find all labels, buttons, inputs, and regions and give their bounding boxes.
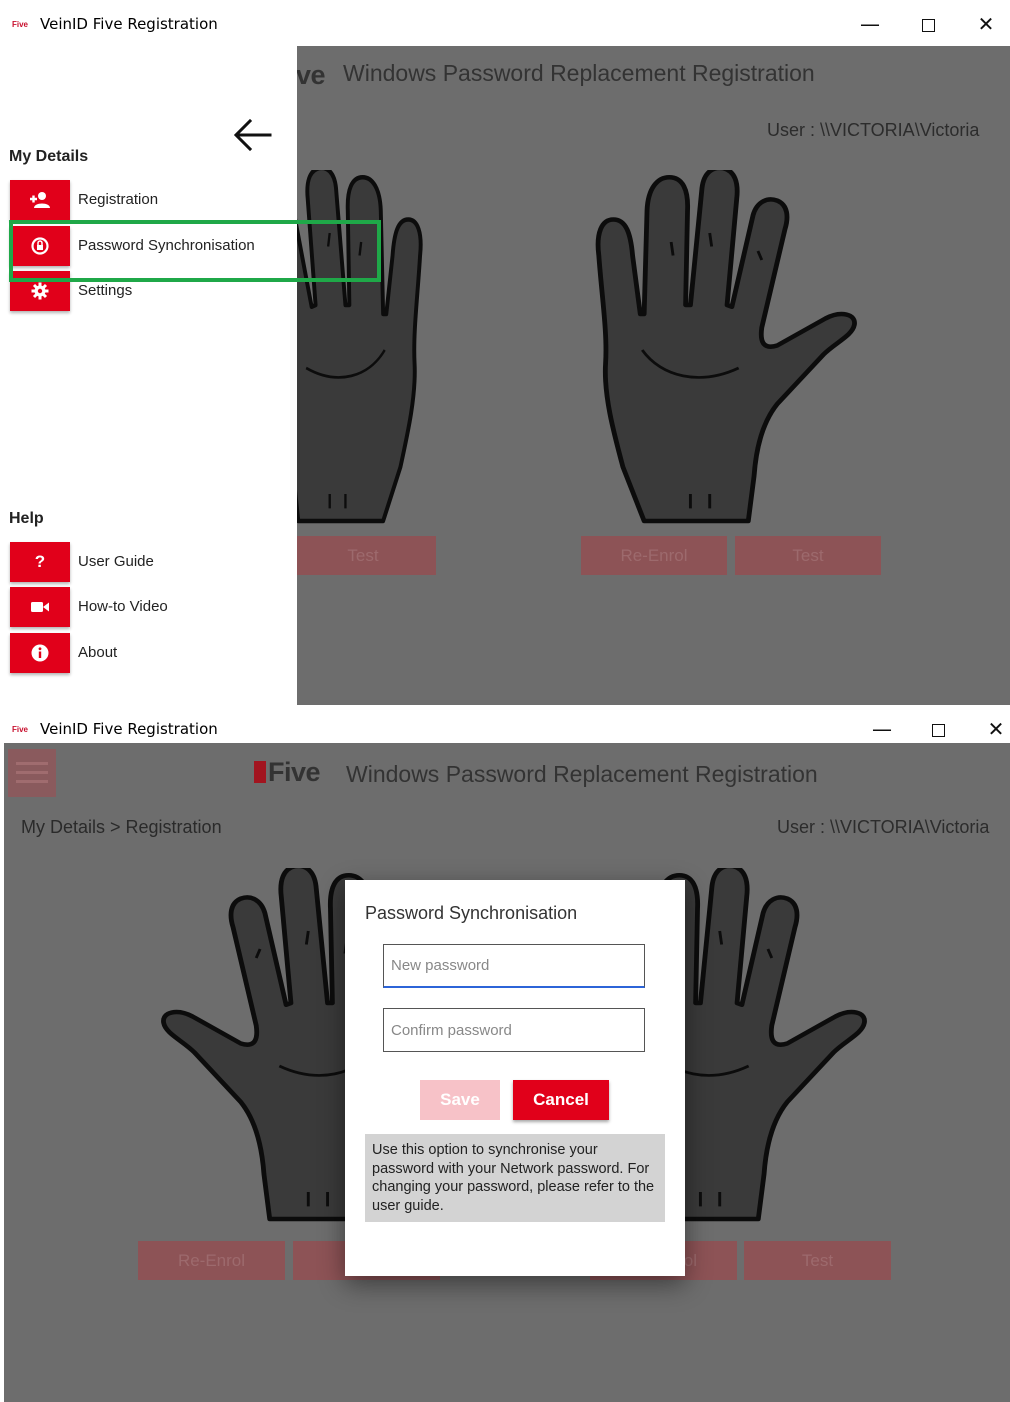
- info-text: Use this option to synchronise your pass…: [365, 1134, 665, 1222]
- right-test-button[interactable]: Test: [735, 536, 881, 575]
- window-titlebar: Five VeinID Five Registration — ✕: [0, 0, 1010, 46]
- close-button[interactable]: ✕: [978, 715, 1010, 743]
- video-camera-icon: [10, 587, 70, 627]
- right-hand-image: [594, 170, 864, 530]
- nav-item-how-to-video[interactable]: How-to Video: [10, 587, 290, 627]
- window-title: VeinID Five Registration: [40, 15, 218, 33]
- close-button[interactable]: ✕: [968, 10, 1004, 38]
- maximize-button[interactable]: [920, 715, 956, 743]
- app-icon: Five: [12, 725, 29, 734]
- screenshot-menu-open: Five VeinID Five Registration — ✕ ve Win…: [0, 0, 1010, 705]
- save-button[interactable]: Save: [420, 1080, 500, 1120]
- right-test-button[interactable]: Test: [744, 1241, 891, 1280]
- dialog-title: Password Synchronisation: [365, 903, 578, 923]
- nav-item-label: Settings: [78, 282, 133, 299]
- screenshot-password-dialog: Five VeinID Five Registration — ✕ Five W…: [0, 705, 1010, 1402]
- nav-item-user-guide[interactable]: ? User Guide: [10, 542, 290, 582]
- nav-item-label: Registration: [78, 191, 159, 208]
- question-icon: ?: [10, 542, 70, 582]
- add-user-icon: [10, 180, 70, 220]
- confirm-password-field[interactable]: [383, 1008, 645, 1052]
- left-test-button[interactable]: Test: [290, 536, 436, 575]
- nav-item-about[interactable]: About: [10, 633, 290, 673]
- maximize-icon: [921, 19, 935, 32]
- new-password-field[interactable]: [383, 944, 645, 988]
- help-heading: Help: [9, 510, 44, 527]
- info-icon: [10, 633, 70, 673]
- app-logo-partial: ve: [296, 60, 326, 90]
- confirm-password-input[interactable]: [384, 1009, 644, 1051]
- new-password-input[interactable]: [384, 945, 644, 986]
- nav-item-registration[interactable]: Registration: [10, 180, 290, 220]
- user-label: User : \\VICTORIA\Victoria: [767, 120, 980, 140]
- breadcrumb: My Details > Registration: [21, 817, 222, 837]
- app-icon: Five: [12, 20, 29, 29]
- minimize-button[interactable]: —: [852, 10, 888, 38]
- window-title: VeinID Five Registration: [40, 720, 218, 738]
- app-logo: Five: [254, 757, 321, 788]
- cancel-button[interactable]: Cancel: [513, 1080, 609, 1120]
- password-sync-dialog: Password Synchronisation Save Cancel Use…: [345, 880, 685, 1276]
- user-label: User : \\VICTORIA\Victoria: [777, 817, 990, 837]
- maximize-icon: [931, 724, 945, 737]
- app-heading: Windows Password Replacement Registratio…: [346, 761, 818, 787]
- app-heading: Windows Password Replacement Registratio…: [343, 60, 815, 86]
- nav-item-label: About: [78, 644, 118, 661]
- minimize-button[interactable]: —: [864, 715, 900, 743]
- nav-item-label: How-to Video: [78, 598, 168, 615]
- back-arrow-icon[interactable]: [232, 118, 272, 152]
- nav-item-label: User Guide: [78, 553, 154, 570]
- hamburger-menu-button[interactable]: [8, 749, 56, 797]
- navigation-drawer: My Details Registration Password Synchro…: [0, 46, 297, 705]
- left-re-enrol-button[interactable]: Re-Enrol: [138, 1241, 285, 1280]
- maximize-button[interactable]: [910, 10, 946, 38]
- highlight-box: [9, 220, 381, 282]
- right-re-enrol-button[interactable]: Re-Enrol: [581, 536, 727, 575]
- my-details-heading: My Details: [9, 148, 89, 165]
